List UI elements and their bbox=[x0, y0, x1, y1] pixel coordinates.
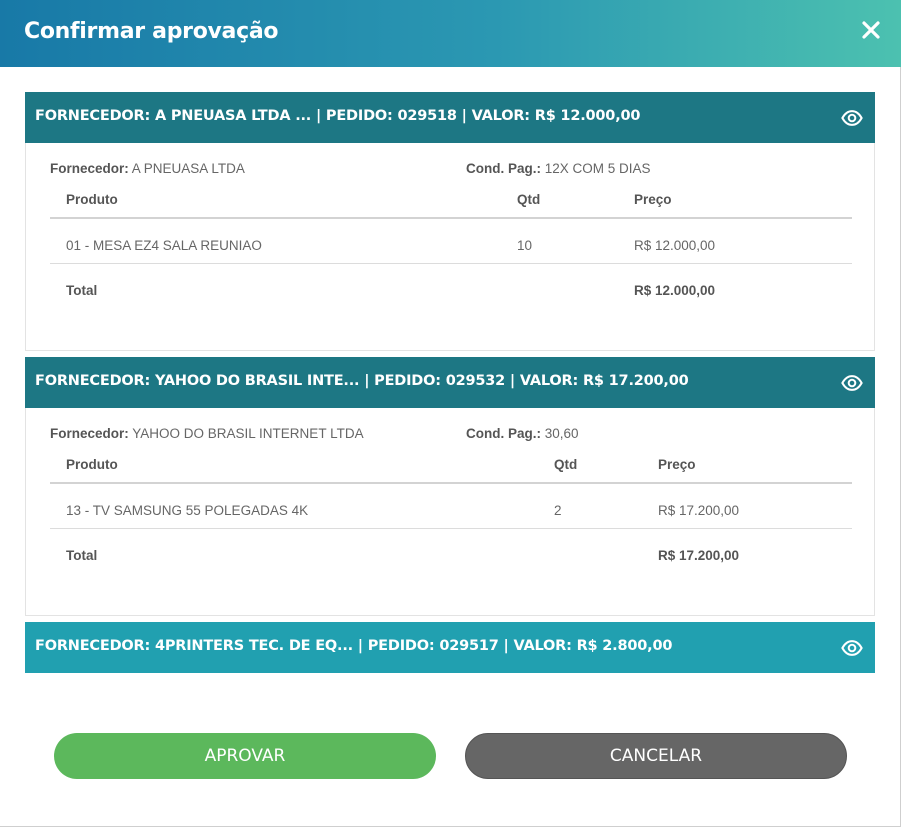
table-divider bbox=[50, 217, 852, 219]
approval-modal: Confirmar aprovação FORNECEDOR: A PNEUAS… bbox=[0, 0, 901, 827]
supplier-value: A PNEUASA LTDA bbox=[131, 161, 245, 176]
table-cell-qtd: 2 bbox=[554, 503, 562, 518]
payment-terms: Cond. Pag.: 30,60 bbox=[466, 426, 579, 441]
eye-icon[interactable] bbox=[841, 372, 863, 394]
close-icon[interactable] bbox=[859, 18, 883, 42]
table-cell-qtd: 10 bbox=[517, 238, 533, 253]
order-panel-body: Fornecedor: YAHOO DO BRASIL INTERNET LTD… bbox=[25, 408, 875, 616]
column-header-produto: Produto bbox=[66, 457, 118, 472]
payment-terms-value: 30,60 bbox=[544, 426, 579, 441]
order-panel: FORNECEDOR: A PNEUASA LTDA ... | PEDIDO:… bbox=[25, 92, 875, 351]
column-header-produto: Produto bbox=[66, 192, 118, 207]
cancel-button[interactable]: CANCELAR bbox=[465, 733, 847, 779]
payment-terms: Cond. Pag.: 12X COM 5 DIAS bbox=[466, 161, 651, 176]
order-panel-header[interactable]: FORNECEDOR: YAHOO DO BRASIL INTE... | PE… bbox=[25, 357, 875, 408]
order-panel-header[interactable]: FORNECEDOR: A PNEUASA LTDA ... | PEDIDO:… bbox=[25, 92, 875, 143]
payment-terms-label: Cond. Pag.: bbox=[466, 161, 541, 176]
total-label: Total bbox=[66, 283, 98, 298]
supplier-label: Fornecedor: bbox=[50, 161, 129, 176]
total-label: Total bbox=[66, 548, 98, 563]
payment-terms-value: 12X COM 5 DIAS bbox=[544, 161, 651, 176]
order-panel: FORNECEDOR: 4PRINTERS TEC. DE EQ... | PE… bbox=[25, 622, 875, 673]
supplier-info: Fornecedor: A PNEUASA LTDA bbox=[50, 161, 245, 176]
table-cell-preco: R$ 12.000,00 bbox=[634, 238, 716, 253]
order-panel: FORNECEDOR: YAHOO DO BRASIL INTE... | PE… bbox=[25, 357, 875, 616]
table-cell-produto: 01 - MESA EZ4 SALA REUNIAO bbox=[66, 238, 262, 253]
order-panel-title: FORNECEDOR: A PNEUASA LTDA ... | PEDIDO:… bbox=[35, 108, 641, 124]
order-panel-title: FORNECEDOR: 4PRINTERS TEC. DE EQ... | PE… bbox=[35, 638, 673, 654]
column-header-qtd: Qtd bbox=[554, 457, 578, 472]
supplier-value: YAHOO DO BRASIL INTERNET LTDA bbox=[132, 426, 364, 441]
approve-button[interactable]: APROVAR bbox=[54, 733, 436, 779]
total-value: R$ 17.200,00 bbox=[658, 548, 740, 563]
order-panel-header[interactable]: FORNECEDOR: 4PRINTERS TEC. DE EQ... | PE… bbox=[25, 622, 875, 673]
table-divider bbox=[50, 263, 852, 264]
eye-icon[interactable] bbox=[841, 107, 863, 129]
eye-icon[interactable] bbox=[841, 637, 863, 659]
supplier-label: Fornecedor: bbox=[50, 426, 129, 441]
order-panel-title: FORNECEDOR: YAHOO DO BRASIL INTE... | PE… bbox=[35, 373, 689, 389]
table-cell-preco: R$ 17.200,00 bbox=[658, 503, 740, 518]
total-value: R$ 12.000,00 bbox=[634, 283, 716, 298]
order-panel-body: Fornecedor: A PNEUASA LTDA Cond. Pag.: 1… bbox=[25, 143, 875, 351]
table-cell-produto: 13 - TV SAMSUNG 55 POLEGADAS 4K bbox=[66, 503, 309, 518]
modal-header: Confirmar aprovação bbox=[0, 0, 901, 67]
payment-terms-label: Cond. Pag.: bbox=[466, 426, 541, 441]
table-divider bbox=[50, 482, 852, 484]
column-header-qtd: Qtd bbox=[517, 192, 541, 207]
column-header-preco: Preço bbox=[658, 457, 696, 472]
column-header-preco: Preço bbox=[634, 192, 672, 207]
modal-title: Confirmar aprovação bbox=[24, 19, 279, 44]
table-divider bbox=[50, 528, 852, 529]
supplier-info: Fornecedor: YAHOO DO BRASIL INTERNET LTD… bbox=[50, 426, 364, 441]
